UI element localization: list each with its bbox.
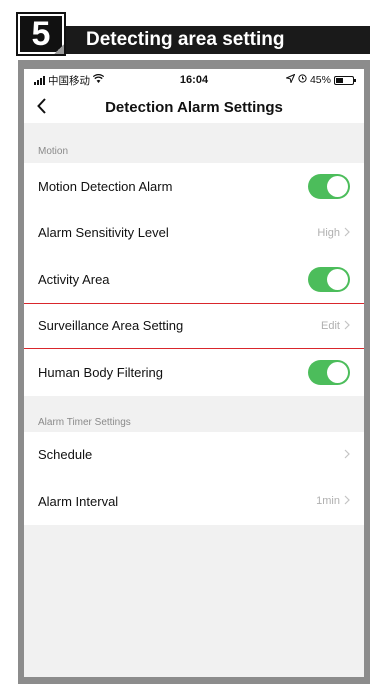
row-value: Edit <box>321 319 340 332</box>
nav-bar: Detection Alarm Settings <box>24 91 364 123</box>
row-alarm-interval[interactable]: Alarm Interval 1min <box>24 478 364 525</box>
row-surveillance-area-setting[interactable]: Surveillance Area Setting Edit <box>24 302 364 349</box>
row-motion-detection-alarm: Motion Detection Alarm <box>24 163 364 210</box>
step-title: Detecting area setting <box>66 26 370 54</box>
chevron-right-icon <box>344 226 350 240</box>
chevron-right-icon <box>344 494 350 508</box>
row-schedule[interactable]: Schedule <box>24 431 364 478</box>
row-label: Alarm Interval <box>38 493 119 509</box>
chevron-right-icon <box>344 448 350 462</box>
back-chevron-icon[interactable] <box>36 97 48 119</box>
row-label: Motion Detection Alarm <box>38 178 173 194</box>
human-body-filtering-toggle[interactable] <box>308 359 350 385</box>
motion-detection-alarm-toggle[interactable] <box>308 173 350 199</box>
step-number: 5 <box>16 12 66 56</box>
row-label: Alarm Sensitivity Level <box>38 225 169 241</box>
location-icon <box>284 73 296 86</box>
row-alarm-sensitivity-level[interactable]: Alarm Sensitivity Level High <box>24 209 364 256</box>
page-title: Detection Alarm Settings <box>105 98 283 116</box>
battery-percent: 45% <box>309 74 331 86</box>
battery-icon <box>333 75 356 85</box>
section-label-alarm-timer: Alarm Timer Settings <box>38 416 131 428</box>
row-value: High <box>317 226 340 239</box>
wifi-icon <box>92 74 105 86</box>
chevron-right-icon <box>344 319 350 333</box>
row-label: Schedule <box>38 447 93 463</box>
status-time: 16:04 <box>179 74 209 86</box>
step-header: 5 Detecting area setting <box>16 12 370 56</box>
alarm-clock-icon <box>298 74 307 86</box>
signal-icon <box>34 75 45 85</box>
status-bar: 中国移动 16:04 45% <box>24 69 364 91</box>
phone-screen: 中国移动 16:04 45% Detection Alarm Settings … <box>24 69 364 677</box>
activity-area-toggle[interactable] <box>308 266 350 292</box>
section-label-motion: Motion <box>38 146 69 157</box>
row-human-body-filtering: Human Body Filtering <box>24 349 364 396</box>
row-label: Surveillance Area Setting <box>38 318 184 334</box>
row-label: Activity Area <box>38 271 110 287</box>
row-value: 1min <box>316 495 340 508</box>
carrier-name: 中国移动 <box>48 74 90 87</box>
row-activity-area: Activity Area <box>24 256 364 303</box>
phone-frame: 中国移动 16:04 45% Detection Alarm Settings … <box>18 60 370 684</box>
row-label: Human Body Filtering <box>38 364 163 380</box>
